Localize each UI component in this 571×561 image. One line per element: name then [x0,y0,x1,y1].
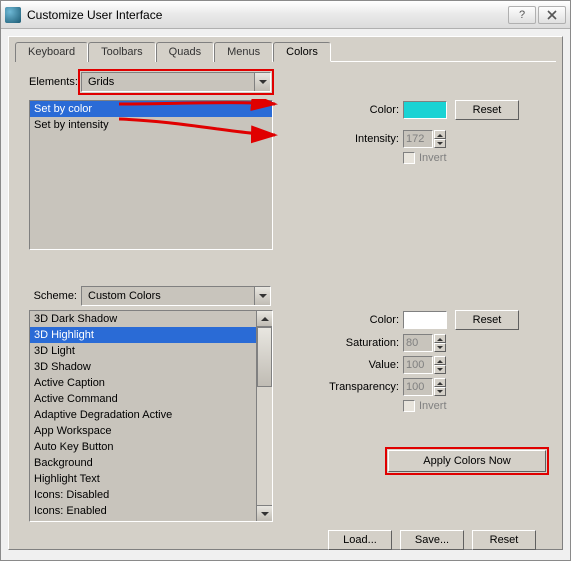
list-item[interactable]: Highlight Text [30,471,272,487]
list-item[interactable]: Set by intensity [30,117,272,133]
saturation-value[interactable] [403,334,433,352]
scrollbar[interactable] [256,311,272,521]
list-item[interactable]: Background [30,455,272,471]
spinner-down-icon[interactable] [434,139,446,148]
transparency-spinner[interactable] [403,378,446,396]
tab-colors[interactable]: Colors [273,42,331,62]
elements-listbox[interactable]: Set by color Set by intensity [29,100,273,250]
color-swatch[interactable] [403,101,447,119]
window: Customize User Interface ? Keyboard Tool… [0,0,571,561]
checkbox-box [403,400,415,412]
reset-color-button2[interactable]: Reset [455,310,519,330]
tab-keyboard[interactable]: Keyboard [15,42,88,62]
spinner-up-icon[interactable] [434,356,446,365]
list-item[interactable]: 3D Shadow [30,359,272,375]
list-item[interactable]: App Workspace [30,423,272,439]
titlebar: Customize User Interface ? [1,1,570,29]
list-item[interactable]: 3D Highlight [30,327,272,343]
color-swatch2[interactable] [403,311,447,329]
close-icon [547,10,557,20]
invert-checkbox2[interactable]: Invert [403,400,447,412]
color-label2: Color: [283,314,403,326]
value-spinner[interactable] [403,356,446,374]
close-button[interactable] [538,6,566,24]
intensity-spinner[interactable] [403,130,446,148]
list-item[interactable]: Active Command [30,391,272,407]
list-item[interactable]: Item Highlight [30,519,272,522]
tab-toolbars[interactable]: Toolbars [88,42,156,62]
chevron-down-icon [254,287,270,305]
tabstrip: Keyboard Toolbars Quads Menus Colors [15,41,562,61]
spinner-down-icon[interactable] [434,387,446,396]
transparency-label: Transparency: [283,381,403,393]
spinner-up-icon[interactable] [434,378,446,387]
tab-content: Elements: Grids Set by color [15,61,556,550]
elements-value: Grids [82,76,120,88]
scroll-track[interactable] [257,327,272,505]
scroll-up-button[interactable] [257,311,272,327]
list-item[interactable]: Auto Key Button [30,439,272,455]
list-item[interactable]: Icons: Disabled [30,487,272,503]
list-item[interactable]: 3D Light [30,343,272,359]
checkbox-box [403,152,415,164]
invert-label2: Invert [419,400,447,412]
list-item[interactable]: Adaptive Degradation Active [30,407,272,423]
scroll-down-button[interactable] [257,505,272,521]
elements-dropdown[interactable]: Grids [81,72,271,92]
value-value[interactable] [403,356,433,374]
intensity-label: Intensity: [283,133,403,145]
list-item[interactable]: Active Caption [30,375,272,391]
value-label: Value: [283,359,403,371]
reset-button[interactable]: Reset [472,530,536,550]
app-icon [5,7,21,23]
spinner-down-icon[interactable] [434,343,446,352]
scheme-dropdown[interactable]: Custom Colors [81,286,271,306]
save-button[interactable]: Save... [400,530,464,550]
window-title: Customize User Interface [27,8,508,22]
list-item[interactable]: Icons: Enabled [30,503,272,519]
scroll-thumb[interactable] [257,327,272,387]
scheme-value: Custom Colors [82,290,167,302]
tab-quads[interactable]: Quads [156,42,214,62]
tab-menus[interactable]: Menus [214,42,273,62]
saturation-spinner[interactable] [403,334,446,352]
reset-color-button[interactable]: Reset [455,100,519,120]
list-item[interactable]: 3D Dark Shadow [30,311,272,327]
intensity-value[interactable] [403,130,433,148]
invert-label: Invert [419,152,447,164]
apply-colors-button[interactable]: Apply Colors Now [388,450,546,472]
chevron-down-icon [254,73,270,91]
dialog-panel: Keyboard Toolbars Quads Menus Colors Ele… [8,36,563,550]
elements-label: Elements: [29,76,81,88]
scheme-listbox[interactable]: 3D Dark Shadow3D Highlight3D Light3D Sha… [29,310,273,522]
invert-checkbox[interactable]: Invert [403,152,447,164]
spinner-up-icon[interactable] [434,334,446,343]
transparency-value[interactable] [403,378,433,396]
help-button[interactable]: ? [508,6,536,24]
saturation-label: Saturation: [283,337,403,349]
spinner-up-icon[interactable] [434,130,446,139]
color-label: Color: [283,104,403,116]
scheme-label: Scheme: [29,290,81,302]
list-item[interactable]: Set by color [30,101,272,117]
load-button[interactable]: Load... [328,530,392,550]
spinner-down-icon[interactable] [434,365,446,374]
